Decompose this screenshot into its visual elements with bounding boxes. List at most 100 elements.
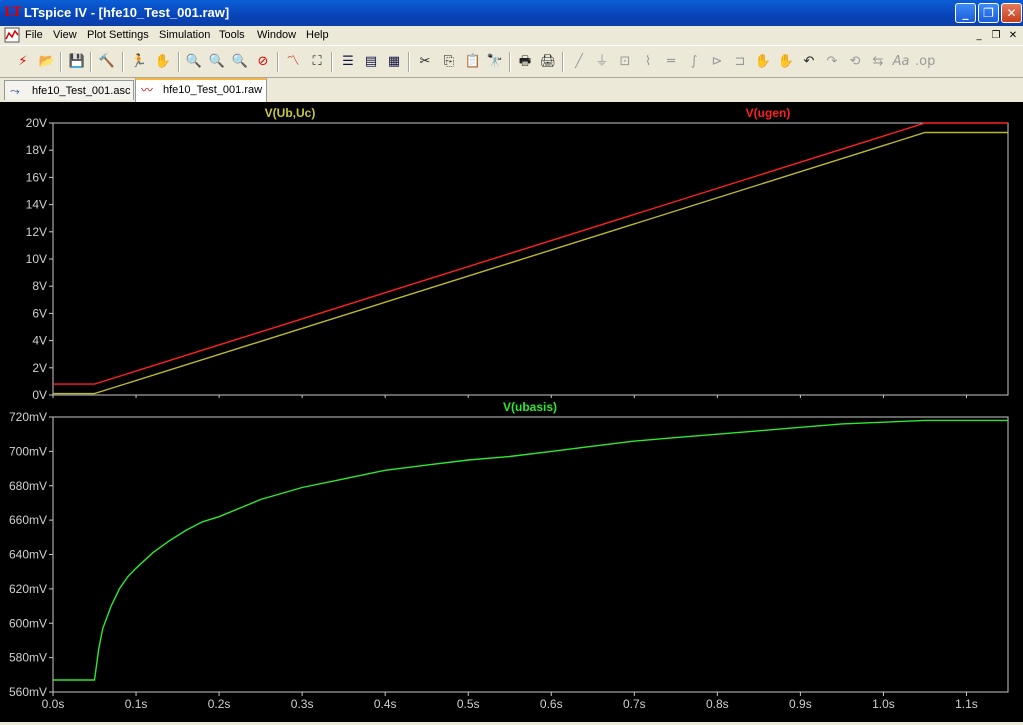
fit-icon[interactable]: ⛶ <box>308 53 326 71</box>
menu-view[interactable]: View <box>53 29 77 41</box>
bottom-pane-frame <box>52 416 1009 693</box>
y-tick-label: 10V <box>26 252 47 266</box>
document-tab-bar: ⤳ hfe10_Test_001.asc 〰 hfe10_Test_001.ra… <box>0 78 1023 102</box>
menu-tools[interactable]: Tools <box>219 29 245 41</box>
x-tick-label: 0.8s <box>706 697 729 711</box>
title-bar: LT LTspice IV - [hfe10_Test_001.raw] _ ❐… <box>0 0 1023 26</box>
top-pane-frame <box>52 122 1009 396</box>
copy-icon[interactable]: ⎘ <box>440 53 458 71</box>
cut-icon[interactable]: ✂ <box>416 53 434 71</box>
y-tick-label: 580mV <box>9 651 47 665</box>
tab-schematic[interactable]: ⤳ hfe10_Test_001.asc <box>4 80 134 100</box>
x-tick-label: 0.0s <box>42 697 65 711</box>
capacitor-icon[interactable]: ═ <box>662 53 680 71</box>
inductor-icon[interactable]: ∫ <box>685 53 703 71</box>
minimize-button[interactable]: _ <box>955 3 976 23</box>
trace-v-ubasis[interactable] <box>53 419 1008 681</box>
y-tick-label: 0V <box>32 388 47 402</box>
y-tick-label: 16V <box>26 170 47 184</box>
tile-vertical-icon[interactable]: ▤ <box>362 53 380 71</box>
diode-icon[interactable]: ⊳ <box>708 53 726 71</box>
y-tick-label: 2V <box>32 361 47 375</box>
x-tick-label: 0.3s <box>291 697 314 711</box>
ltspice-logo-icon: LT <box>4 5 22 20</box>
menu-plot-settings[interactable]: Plot Settings <box>87 29 149 41</box>
x-tick-label: 1.1s <box>955 697 978 711</box>
open-icon[interactable]: 📂 <box>38 53 56 71</box>
x-tick-label: 1.0s <box>872 697 895 711</box>
tab-label: hfe10_Test_001.raw <box>163 84 263 96</box>
mdi-minimize-icon[interactable]: _ <box>972 29 986 42</box>
zoom-out-icon[interactable]: 🔍 <box>231 53 249 71</box>
undo-icon[interactable]: ↶ <box>800 53 818 71</box>
menu-help[interactable]: Help <box>306 29 329 41</box>
y-tick-label: 4V <box>32 334 47 348</box>
mirror-icon[interactable]: ⇆ <box>869 53 887 71</box>
trace-v-ub-uc[interactable] <box>53 131 1008 395</box>
close-button[interactable]: ✕ <box>1001 3 1022 23</box>
trace-label-ubuc[interactable]: V(Ub,Uc) <box>265 106 316 120</box>
waveform-viewer[interactable]: V(Ub,Uc) V(ugen) V(ubasis) 0V 2V 4V 6V 8V 10V… <box>0 102 1023 722</box>
menu-simulation[interactable]: Simulation <box>159 29 210 41</box>
run-icon[interactable]: 🏃 <box>130 53 148 71</box>
paste-icon[interactable]: 📋 <box>464 53 482 71</box>
print-icon[interactable]: 🖨 <box>539 53 557 71</box>
print-preview-icon[interactable]: 🖶 <box>516 53 534 71</box>
x-tick-label: 0.6s <box>540 697 563 711</box>
ground-icon[interactable]: ⏚ <box>593 53 611 71</box>
new-schematic-icon[interactable]: ⚡ <box>14 53 32 71</box>
zoom-cancel-icon[interactable]: ⊘ <box>254 53 272 71</box>
waveform-plot[interactable]: V(Ub,Uc) V(ugen) V(ubasis) 0V 2V 4V 6V 8V 10V… <box>0 102 1023 722</box>
y-tick-label: 600mV <box>9 616 47 630</box>
schematic-icon: ⤳ <box>10 84 20 98</box>
rotate-icon[interactable]: ⟲ <box>846 53 864 71</box>
menu-file[interactable]: File <box>25 29 43 41</box>
spice-directive-icon[interactable]: .op <box>915 53 935 71</box>
document-waveform-icon[interactable] <box>4 27 20 43</box>
wire-icon[interactable]: ╱ <box>570 53 588 71</box>
y-tick-label: 720mV <box>9 410 47 424</box>
resistor-icon[interactable]: ⌇ <box>639 53 657 71</box>
y-tick-label: 12V <box>26 225 47 239</box>
tab-waveform[interactable]: 〰 hfe10_Test_001.raw <box>135 78 267 102</box>
trace-v-ugen[interactable] <box>53 122 1008 385</box>
mdi-restore-icon[interactable]: ❐ <box>989 29 1003 42</box>
menu-bar: File View Plot Settings Simulation Tools… <box>0 26 1023 45</box>
redo-icon[interactable]: ↷ <box>823 53 841 71</box>
y-tick-label: 660mV <box>9 513 47 527</box>
cascade-icon[interactable]: ▦ <box>385 53 403 71</box>
tile-horizontal-icon[interactable]: ☰ <box>339 53 357 71</box>
x-tick-label: 0.7s <box>623 697 646 711</box>
x-tick-label: 0.9s <box>789 697 812 711</box>
toolbar: ⚡ 📂 💾 🔨 🏃 ✋ 🔍 🔍 🔍 ⊘ 〽 ⛶ ☰ ▤ ▦ ✂ ⎘ 📋 🔭 🖶 … <box>0 45 1023 78</box>
drag-icon[interactable]: ✋ <box>777 53 795 71</box>
y-tick-label: 14V <box>26 198 47 212</box>
y-tick-label: 640mV <box>9 548 47 562</box>
component-icon[interactable]: ⊐ <box>731 53 749 71</box>
trace-label-ugen[interactable]: V(ugen) <box>746 106 791 120</box>
trace-label-ubasis[interactable]: V(ubasis) <box>503 400 557 414</box>
zoom-in-icon[interactable]: 🔍 <box>185 53 203 71</box>
waveform-icon: 〰 <box>141 83 154 97</box>
x-tick-label: 0.1s <box>125 697 148 711</box>
label-net-icon[interactable]: ⊡ <box>616 53 634 71</box>
move-icon[interactable]: ✋ <box>754 53 772 71</box>
y-tick-label: 700mV <box>9 444 47 458</box>
y-tick-label: 6V <box>32 306 47 320</box>
window-title: LTspice IV - [hfe10_Test_001.raw] <box>24 5 230 20</box>
halt-icon[interactable]: ✋ <box>154 53 172 71</box>
zoom-full-icon[interactable]: 🔍 <box>208 53 226 71</box>
find-icon[interactable]: 🔭 <box>486 53 504 71</box>
y-tick-label: 8V <box>32 279 47 293</box>
control-panel-icon[interactable]: 🔨 <box>98 53 116 71</box>
x-tick-label: 0.4s <box>374 697 397 711</box>
autorange-icon[interactable]: 〽 <box>284 53 302 71</box>
save-icon[interactable]: 💾 <box>68 53 86 71</box>
y-tick-label: 18V <box>26 143 47 157</box>
restore-button[interactable]: ❐ <box>978 3 999 23</box>
menu-window[interactable]: Window <box>257 29 296 41</box>
text-icon[interactable]: Aa <box>892 53 910 71</box>
y-tick-label: 620mV <box>9 582 47 596</box>
y-tick-label: 20V <box>26 116 47 130</box>
mdi-close-icon[interactable]: ✕ <box>1006 29 1020 42</box>
